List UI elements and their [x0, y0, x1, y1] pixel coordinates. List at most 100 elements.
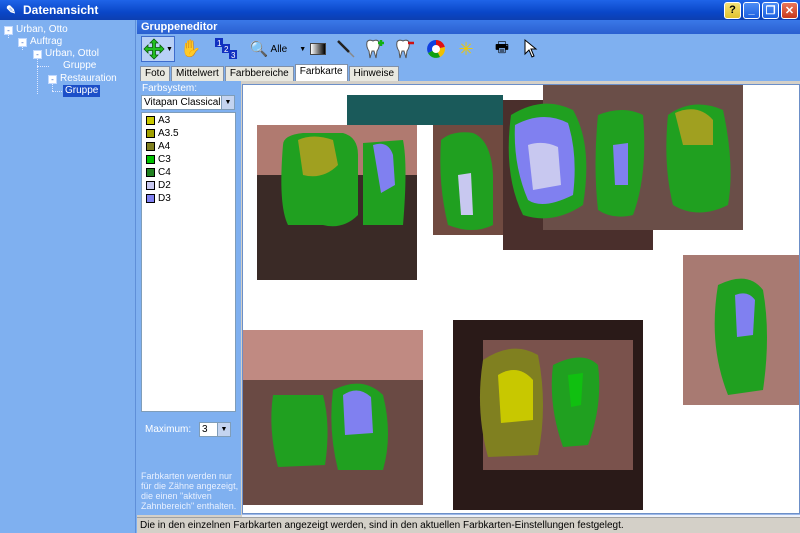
swatch-a4: [146, 141, 155, 151]
dropdown-arrow-icon: ▼: [166, 45, 173, 53]
tree-node-label: Urban, Ottol: [45, 48, 99, 59]
shade-name: C3: [158, 153, 171, 165]
tree-node-auftrag[interactable]: - Auftrag: [18, 36, 62, 48]
tab-farbbereiche[interactable]: Farbbereiche: [224, 66, 294, 81]
tooth-add-icon: [366, 39, 384, 59]
tooth-color-maps: [243, 85, 799, 510]
collapse-icon[interactable]: -: [4, 25, 13, 35]
collapse-icon[interactable]: -: [33, 49, 42, 59]
restore-button[interactable]: ❐: [762, 1, 779, 19]
move-tool-button[interactable]: ▼: [141, 36, 175, 62]
tooth-photo-lower-right: [683, 255, 799, 405]
list-item[interactable]: A3.5: [142, 127, 235, 139]
hint-text: Farbkarten werden nur für die Zähne ange…: [141, 471, 239, 511]
zoom-label: Alle: [270, 43, 288, 55]
tree-node-gruppe-selected[interactable]: Gruppe: [63, 85, 101, 97]
farbsystem-value: Vitapan Classical: [144, 97, 221, 108]
magnifier-icon: 🔍: [249, 41, 269, 58]
tree-node-restauration[interactable]: - Restauration: [48, 73, 117, 85]
swatch-d2: [146, 180, 155, 190]
color-wheel-icon: [427, 39, 446, 58]
shade-name: A3: [158, 114, 171, 126]
collapse-icon[interactable]: -: [48, 74, 57, 84]
list-item[interactable]: C4: [142, 166, 235, 178]
pointer-button[interactable]: [519, 36, 543, 62]
shade-list[interactable]: A3 A3.5 A4 C3 C4 D2 D3: [141, 112, 236, 412]
toolbar: ▼ ✋ 1 2 3 🔍 Alle ▼ ✳ 🖶: [137, 34, 800, 64]
maximum-label: Maximum:: [145, 424, 192, 435]
list-item[interactable]: A4: [142, 140, 235, 152]
shade-panel: Farbsystem: Vitapan Classical ▼ A3 A3.5 …: [137, 81, 241, 515]
swatch-a35: [146, 128, 155, 138]
gradient-button[interactable]: [307, 36, 329, 62]
tooth-photo-lower-left: [243, 330, 423, 505]
swatch-d3: [146, 193, 155, 203]
list-item[interactable]: C3: [142, 153, 235, 165]
probe-button[interactable]: [333, 36, 359, 62]
tree-node-patient[interactable]: - Urban, Otto: [4, 24, 68, 36]
tab-farbkarte[interactable]: Farbkarte: [294, 64, 348, 81]
svg-text:1: 1: [217, 39, 222, 48]
shade-name: D2: [158, 179, 171, 191]
shade-name: D3: [158, 192, 171, 204]
tab-hinweise[interactable]: Hinweise: [348, 66, 400, 81]
tree-node-label: Auftrag: [30, 36, 63, 47]
data-tree: - Urban, Otto - Auftrag - Urban, Ottol G…: [0, 20, 136, 533]
panel-title: Gruppeneditor: [137, 20, 800, 34]
svg-text:2: 2: [224, 45, 229, 54]
remove-tooth-button[interactable]: [393, 36, 419, 62]
svg-text:3: 3: [231, 51, 236, 60]
farbsystem-select[interactable]: Vitapan Classical ▼: [141, 95, 235, 110]
color-wheel-button[interactable]: [423, 36, 449, 62]
print-button[interactable]: 🖶: [489, 36, 515, 62]
color-map-canvas[interactable]: [242, 84, 800, 514]
group-editor: Gruppeneditor ▼ ✋ 1 2 3 🔍 Alle ▼ ✳ 🖶 Fot…: [137, 20, 800, 533]
tree-node-label: Restauration: [60, 73, 117, 84]
tab-bar: Foto Mittelwert Farbbereiche Farbkarte H…: [137, 64, 800, 81]
minimize-button[interactable]: _: [743, 1, 760, 19]
shade-name: C4: [158, 166, 171, 178]
highlight-button[interactable]: ✳: [453, 36, 479, 62]
status-bar: Die in den einzelnen Farbkarten angezeig…: [137, 517, 800, 533]
probe-icon: [337, 40, 355, 58]
help-button[interactable]: ?: [724, 1, 741, 19]
maximum-value: 3: [202, 424, 208, 435]
tooth-remove-icon: [396, 39, 414, 59]
dropdown-arrow-icon[interactable]: ▼: [221, 96, 234, 109]
tab-foto[interactable]: Foto: [140, 66, 171, 81]
printer-icon: 🖶: [494, 38, 510, 56]
dropdown-arrow-icon: ▼: [299, 45, 307, 53]
hand-icon: ✋: [180, 39, 202, 58]
tree-node-label: Gruppe: [63, 85, 101, 97]
maximum-select[interactable]: 3 ▼: [199, 422, 231, 437]
number-123-icon: 1 2 3: [215, 38, 237, 60]
close-button[interactable]: ✕: [781, 1, 798, 19]
tooth-photo-lower-middle: [453, 320, 643, 510]
add-tooth-button[interactable]: [363, 36, 389, 62]
tab-mittelwert[interactable]: Mittelwert: [171, 66, 224, 81]
app-icon: ✎: [5, 3, 17, 17]
move-arrows-icon: [143, 38, 165, 60]
hand-tool-button[interactable]: ✋: [179, 36, 203, 62]
swatch-c4: [146, 167, 155, 177]
tree-node-gruppe[interactable]: Gruppe: [63, 60, 96, 72]
shade-name: A4: [158, 140, 171, 152]
numbering-button[interactable]: 1 2 3: [213, 36, 241, 62]
list-item[interactable]: A3: [142, 114, 235, 126]
list-item[interactable]: D2: [142, 179, 235, 191]
swatch-c3: [146, 154, 155, 164]
tree-node-label: Urban, Otto: [16, 24, 68, 35]
zoom-button[interactable]: 🔍 Alle ▼: [249, 36, 307, 62]
pointer-icon: [524, 38, 538, 58]
dropdown-arrow-icon[interactable]: ▼: [217, 423, 230, 436]
gradient-icon: [310, 43, 326, 55]
window-title: Datenansicht: [23, 3, 99, 17]
collapse-icon[interactable]: -: [18, 37, 27, 47]
shade-name: A3.5: [158, 127, 179, 139]
tree-node-label: Gruppe: [63, 60, 97, 71]
sparkle-icon: ✳: [458, 38, 474, 59]
list-item[interactable]: D3: [142, 192, 235, 204]
swatch-a3: [146, 115, 155, 125]
tooth-photo-upper-right: [503, 85, 743, 250]
tree-node-tooth[interactable]: - Urban, Ottol: [33, 48, 99, 60]
